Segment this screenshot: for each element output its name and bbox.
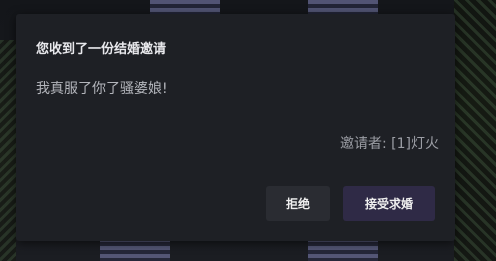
background-foliage-left [0, 40, 16, 261]
background-foliage-right [454, 0, 496, 261]
marriage-invitation-dialog: 您收到了一份结婚邀请 我真服了你了骚婆娘! 邀请者: [1]灯火 拒绝 接受求婚 [16, 14, 455, 241]
background-pillar [308, 0, 378, 14]
reject-button[interactable]: 拒绝 [266, 186, 330, 221]
inviter-name: [1]灯火 [391, 136, 439, 152]
inviter-label: 邀请者: [339, 136, 387, 152]
accept-proposal-button[interactable]: 接受求婚 [343, 186, 435, 221]
invitation-message: 我真服了你了骚婆娘! [36, 81, 168, 97]
inviter-line: 邀请者: [1]灯火 [340, 133, 439, 153]
dialog-title: 您收到了一份结婚邀请 [36, 42, 167, 57]
background-pillar [150, 0, 220, 14]
